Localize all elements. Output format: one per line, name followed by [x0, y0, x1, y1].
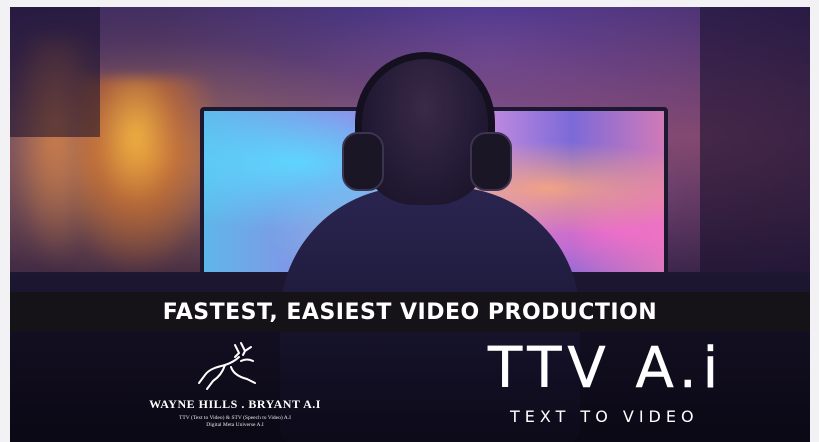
promo-image: FASTEST, EASIEST VIDEO PRODUCTION WAYNE … [10, 7, 810, 442]
headline-banner: FASTEST, EASIEST VIDEO PRODUCTION [10, 292, 810, 332]
ttv-subtitle: TEXT TO VIDEO [510, 407, 699, 426]
tagline-line1: TTV (Text to Video) & STV (Speech to Vid… [179, 415, 291, 421]
company-name: WAYNE HILLS . BRYANT A.I [149, 397, 321, 411]
deer-icon [198, 342, 256, 390]
ttv-logo-text: TTV A.i [488, 336, 725, 401]
right-shelf [700, 7, 810, 277]
bookshelf [10, 7, 100, 137]
ttv-brand: TTV A.i TEXT TO VIDEO [488, 336, 748, 437]
wayne-hills-logo: WAYNE HILLS . BRYANT A.I TTV (Text to Vi… [105, 337, 365, 437]
left-earcup [342, 132, 384, 191]
headline-text: FASTEST, EASIEST VIDEO PRODUCTION [162, 299, 658, 325]
right-earcup [470, 132, 512, 191]
tagline-line2: Digital Meta Universe A.I [206, 422, 264, 428]
